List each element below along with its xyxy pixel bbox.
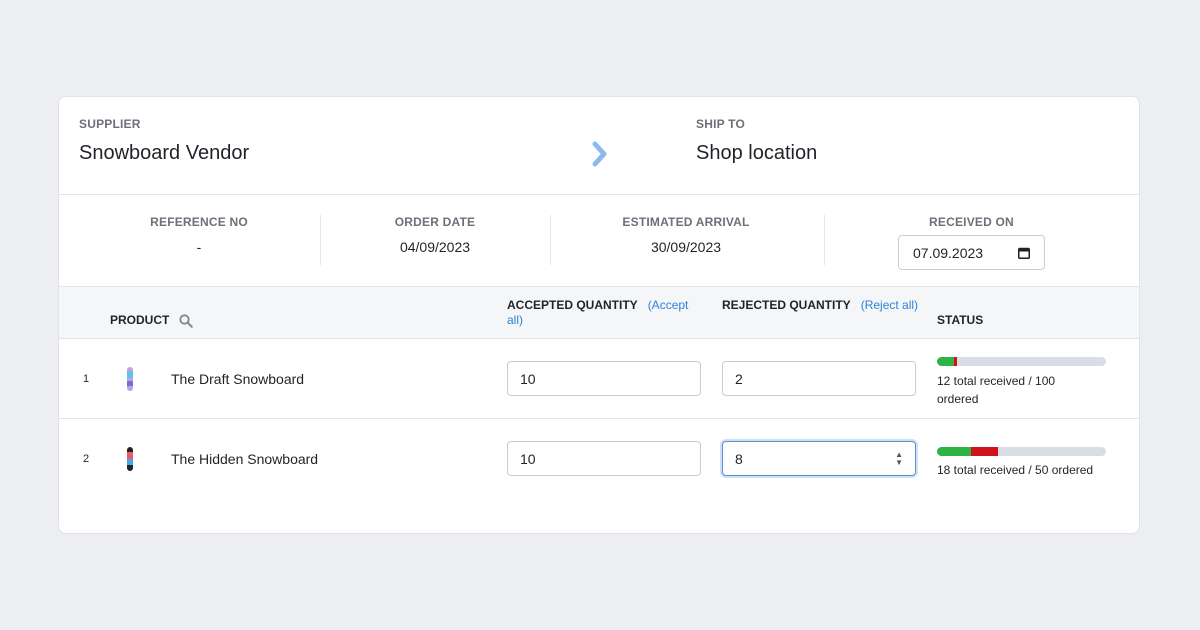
ship-to-block: SHIP TO Shop location	[696, 117, 817, 165]
received-progress-bar	[937, 447, 1106, 456]
accepted-quantity-input[interactable]: 10	[507, 441, 701, 476]
reference-no-value: -	[196, 239, 202, 255]
divider	[550, 215, 551, 265]
divider	[320, 215, 321, 265]
calendar-icon[interactable]	[1018, 247, 1030, 259]
rejected-quantity-input[interactable]: 2	[722, 361, 916, 396]
supplier-name: Snowboard Vendor	[79, 142, 250, 164]
reference-no-block: REFERENCE NO -	[119, 215, 279, 255]
rejected-progress-segment	[953, 357, 958, 366]
rejected-quantity-input[interactable]: 8 ▲ ▼	[722, 441, 916, 476]
received-on-date-input[interactable]: 07.09.2023	[898, 235, 1045, 270]
reference-no-label: REFERENCE NO	[150, 215, 248, 229]
product-name[interactable]: The Hidden Snowboard	[171, 451, 318, 467]
receive-order-card: SUPPLIER Snowboard Vendor SHIP TO Shop l…	[58, 96, 1140, 534]
product-thumbnail	[127, 367, 133, 391]
received-progress-bar	[937, 357, 1106, 366]
status-text: 18 total received / 50 ordered	[937, 463, 1094, 477]
chevron-right-icon	[592, 141, 607, 167]
row-index: 2	[83, 453, 90, 465]
rejected-quantity-value: 8	[735, 450, 743, 467]
divider	[824, 215, 825, 265]
table-row: 2 The Hidden Snowboard 10 8 ▲ ▼ 18 total…	[59, 419, 1139, 499]
supplier-label: SUPPLIER	[79, 117, 141, 131]
estimated-arrival-label: ESTIMATED ARRIVAL	[622, 215, 750, 229]
reject-all-link[interactable]: (Reject all)	[861, 298, 918, 312]
estimated-arrival-block: ESTIMATED ARRIVAL 30/09/2023	[606, 215, 766, 255]
status-column-header: STATUS	[937, 313, 984, 327]
order-date-block: ORDER DATE 04/09/2023	[355, 215, 515, 255]
status-text: 12 total received / 100 ordered	[937, 374, 1056, 406]
accepted-quantity-input[interactable]: 10	[507, 361, 701, 396]
received-on-value: 07.09.2023	[913, 244, 984, 261]
route-section: SUPPLIER Snowboard Vendor SHIP TO Shop l…	[59, 97, 1139, 195]
table-row: 1 The Draft Snowboard 10 2 12 total rece…	[59, 339, 1139, 419]
order-date-label: ORDER DATE	[394, 215, 476, 229]
search-icon[interactable]	[179, 314, 193, 328]
table-header: PRODUCT ACCEPTED QUANTITY (Accept all) R…	[59, 287, 1139, 339]
accepted-header-label: ACCEPTED QUANTITY	[507, 298, 638, 312]
rejected-progress-segment	[970, 447, 998, 456]
rejected-header-label: REJECTED QUANTITY	[722, 298, 851, 312]
accepted-progress-segment	[937, 357, 954, 366]
estimated-arrival-value: 30/09/2023	[650, 239, 722, 255]
order-meta-section: REFERENCE NO - ORDER DATE 04/09/2023 EST…	[59, 195, 1139, 287]
quantity-stepper[interactable]: ▲ ▼	[895, 450, 903, 467]
ship-to-label: SHIP TO	[696, 117, 745, 131]
order-date-value: 04/09/2023	[399, 239, 471, 255]
accepted-progress-segment	[937, 447, 971, 456]
supplier-block: SUPPLIER Snowboard Vendor	[79, 117, 249, 165]
product-header-label: PRODUCT	[110, 313, 170, 327]
accepted-quantity-value: 10	[520, 450, 536, 467]
rejected-quantity-header: REJECTED QUANTITY (Reject all)	[722, 298, 922, 313]
received-on-label: RECEIVED ON	[929, 215, 1014, 229]
ship-to-location: Shop location	[696, 142, 818, 164]
accepted-quantity-header: ACCEPTED QUANTITY (Accept all)	[507, 298, 707, 328]
product-column-header: PRODUCT	[110, 313, 193, 328]
rejected-quantity-value: 2	[735, 370, 743, 387]
stepper-down-icon[interactable]: ▼	[895, 458, 903, 467]
received-on-block: RECEIVED ON 07.09.2023	[898, 215, 1045, 270]
product-thumbnail	[127, 447, 133, 471]
accepted-quantity-value: 10	[520, 370, 536, 387]
row-index: 1	[83, 373, 90, 385]
product-name[interactable]: The Draft Snowboard	[171, 371, 304, 387]
